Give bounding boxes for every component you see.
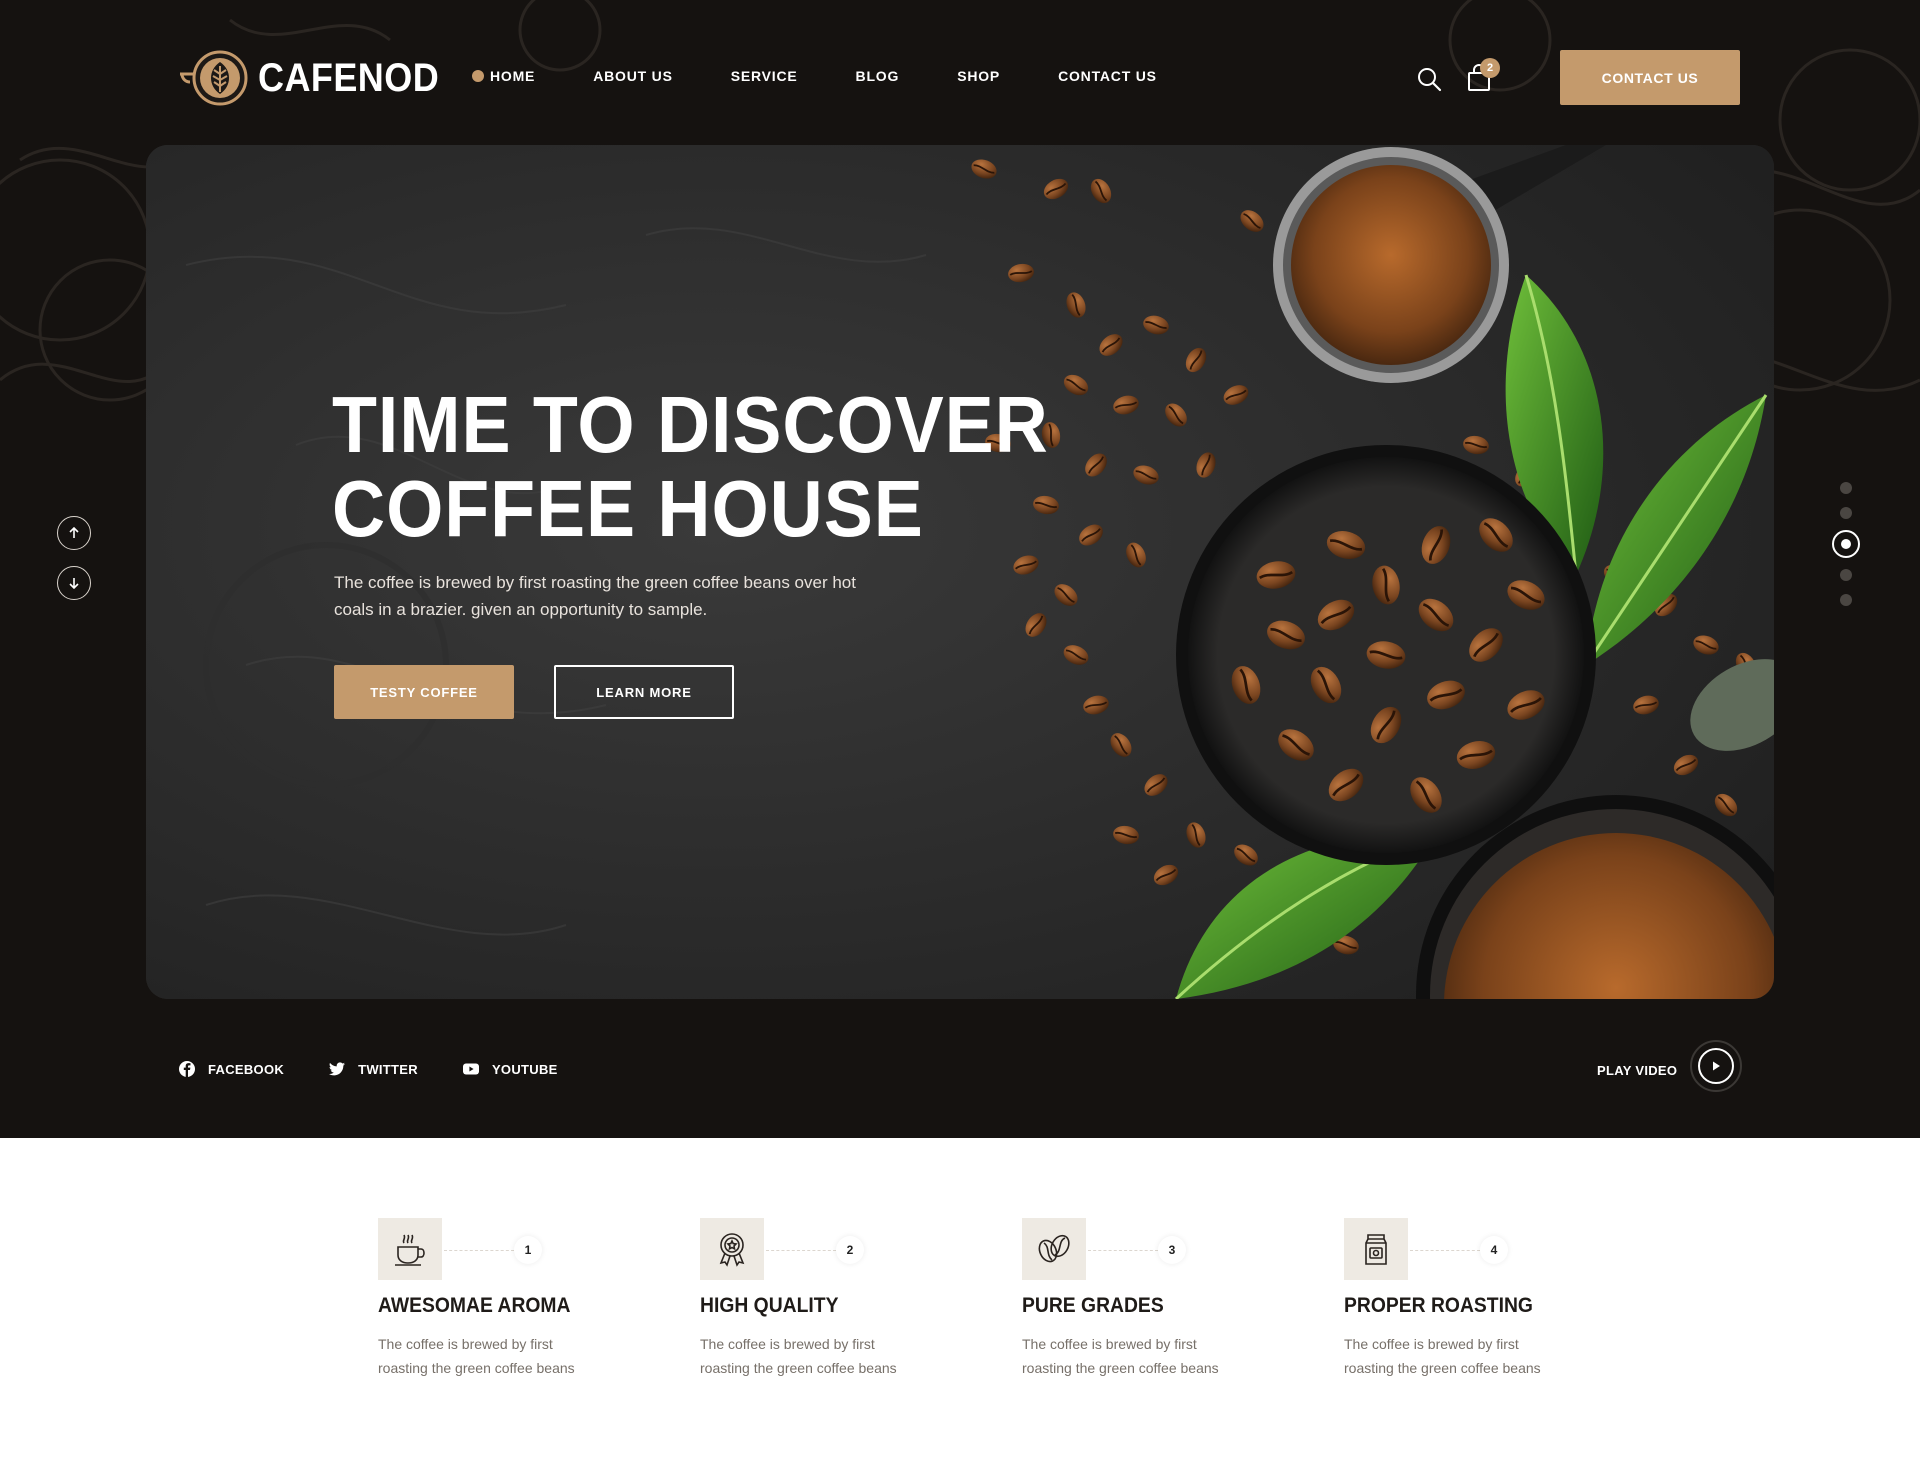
nav-item-label: BLOG [855, 68, 900, 84]
hero-title-line-2: COFFEE HOUSE [332, 464, 924, 553]
feature-connector-line [766, 1250, 836, 1251]
slide-dot-1[interactable] [1840, 482, 1852, 494]
active-dot-center [1841, 539, 1851, 549]
nav-item-about-us[interactable]: ABOUT US [593, 68, 673, 84]
play-icon [1713, 1061, 1720, 1071]
dark-hero-section: CAFENOD HOME ABOUT US SERVICE BLOG SHOP … [0, 0, 1920, 1138]
nav-item-label: SERVICE [730, 68, 798, 84]
main-nav: HOME ABOUT US SERVICE BLOG SHOP CONTACT … [472, 68, 1215, 84]
nav-item-label: HOME [490, 68, 536, 84]
site-header: CAFENOD HOME ABOUT US SERVICE BLOG SHOP … [0, 0, 1920, 150]
hero-title-line-1: TIME TO DISCOVER [332, 380, 1049, 469]
search-icon[interactable] [1416, 66, 1442, 92]
social-link-youtube[interactable]: YOUTUBE [462, 1060, 558, 1078]
play-video-label: PLAY VIDEO [1597, 1063, 1678, 1078]
nav-item-label: ABOUT US [593, 68, 673, 84]
feature-title: AWESOMAE AROMA [378, 1294, 571, 1317]
play-video-button[interactable] [1690, 1040, 1742, 1092]
feature-connector-line [1410, 1250, 1480, 1251]
play-button-ring [1698, 1048, 1734, 1084]
feature-connector-line [1088, 1250, 1158, 1251]
feature-icon-box [378, 1218, 442, 1280]
twitter-icon [328, 1062, 346, 1076]
nav-item-blog[interactable]: BLOG [856, 68, 900, 84]
social-link-facebook[interactable]: FACEBOOK [178, 1060, 284, 1078]
feature-description: The coffee is brewed by first roasting t… [378, 1336, 575, 1376]
latte-art-logo-icon [180, 50, 248, 106]
testy-coffee-button[interactable]: TESTY COFFEE [334, 665, 514, 719]
slide-dot-4[interactable] [1840, 569, 1852, 581]
header-contact-button[interactable]: CONTACT US [1560, 50, 1740, 105]
slide-next-button[interactable] [57, 566, 91, 600]
slide-dot-5[interactable] [1840, 594, 1852, 606]
youtube-icon [462, 1063, 479, 1075]
social-label: FACEBOOK [208, 1061, 285, 1077]
feature-number: 1 [514, 1236, 542, 1264]
feature-title: HIGH QUALITY [700, 1294, 839, 1317]
hero-title: TIME TO DISCOVER COFFEE HOUSE [332, 383, 1049, 551]
hero-description: The coffee is brewed by first roasting t… [334, 573, 856, 619]
active-indicator-dot [472, 70, 484, 82]
hero-banner: TIME TO DISCOVER COFFEE HOUSE The coffee… [146, 145, 1774, 999]
feature-title: PROPER ROASTING [1344, 1294, 1533, 1317]
cart-count-badge: 2 [1480, 58, 1500, 78]
facebook-icon [179, 1061, 195, 1077]
social-links: FACEBOOK TWITTER YOUTUBE [178, 1060, 602, 1078]
nav-item-shop[interactable]: SHOP [957, 68, 1000, 84]
feature-description: The coffee is brewed by first roasting t… [1344, 1336, 1541, 1376]
social-label: YOUTUBE [491, 1061, 558, 1077]
feature-number: 2 [836, 1236, 864, 1264]
nav-item-service[interactable]: SERVICE [731, 68, 798, 84]
feature-connector-line [444, 1250, 514, 1251]
arrow-up-icon [69, 527, 79, 538]
coffee-bag-icon [1365, 1234, 1387, 1265]
nav-item-label: CONTACT US [1058, 68, 1157, 84]
feature-number: 4 [1480, 1236, 1508, 1264]
feature-description: The coffee is brewed by first roasting t… [1022, 1336, 1219, 1376]
feature-title: PURE GRADES [1022, 1294, 1164, 1317]
nav-item-home[interactable]: HOME [472, 68, 535, 84]
social-link-twitter[interactable]: TWITTER [328, 1060, 418, 1078]
logo[interactable]: CAFENOD [178, 48, 459, 108]
arrow-down-icon [69, 578, 79, 589]
logo-text: CAFENOD [258, 55, 440, 100]
feature-number: 3 [1158, 1236, 1186, 1264]
social-label: TWITTER [358, 1061, 418, 1077]
nav-item-label: SHOP [957, 68, 1001, 84]
slide-dot-3-active[interactable] [1832, 530, 1860, 558]
learn-more-button[interactable]: LEARN MORE [554, 665, 734, 719]
coffee-beans-icon [1038, 1234, 1070, 1263]
feature-description: The coffee is brewed by first roasting t… [700, 1336, 897, 1376]
features-section: 1 AWESOMAE AROMA The coffee is brewed by… [378, 1218, 1678, 1398]
coffee-cup-icon [395, 1234, 425, 1266]
feature-icon-box [700, 1218, 764, 1280]
slide-pagination [1832, 482, 1860, 619]
award-badge-icon [719, 1233, 745, 1267]
feature-icon-box [1344, 1218, 1408, 1280]
slide-prev-button[interactable] [57, 516, 91, 550]
nav-item-contact-us[interactable]: CONTACT US [1058, 68, 1157, 84]
slide-dot-2[interactable] [1840, 507, 1852, 519]
feature-icon-box [1022, 1218, 1086, 1280]
